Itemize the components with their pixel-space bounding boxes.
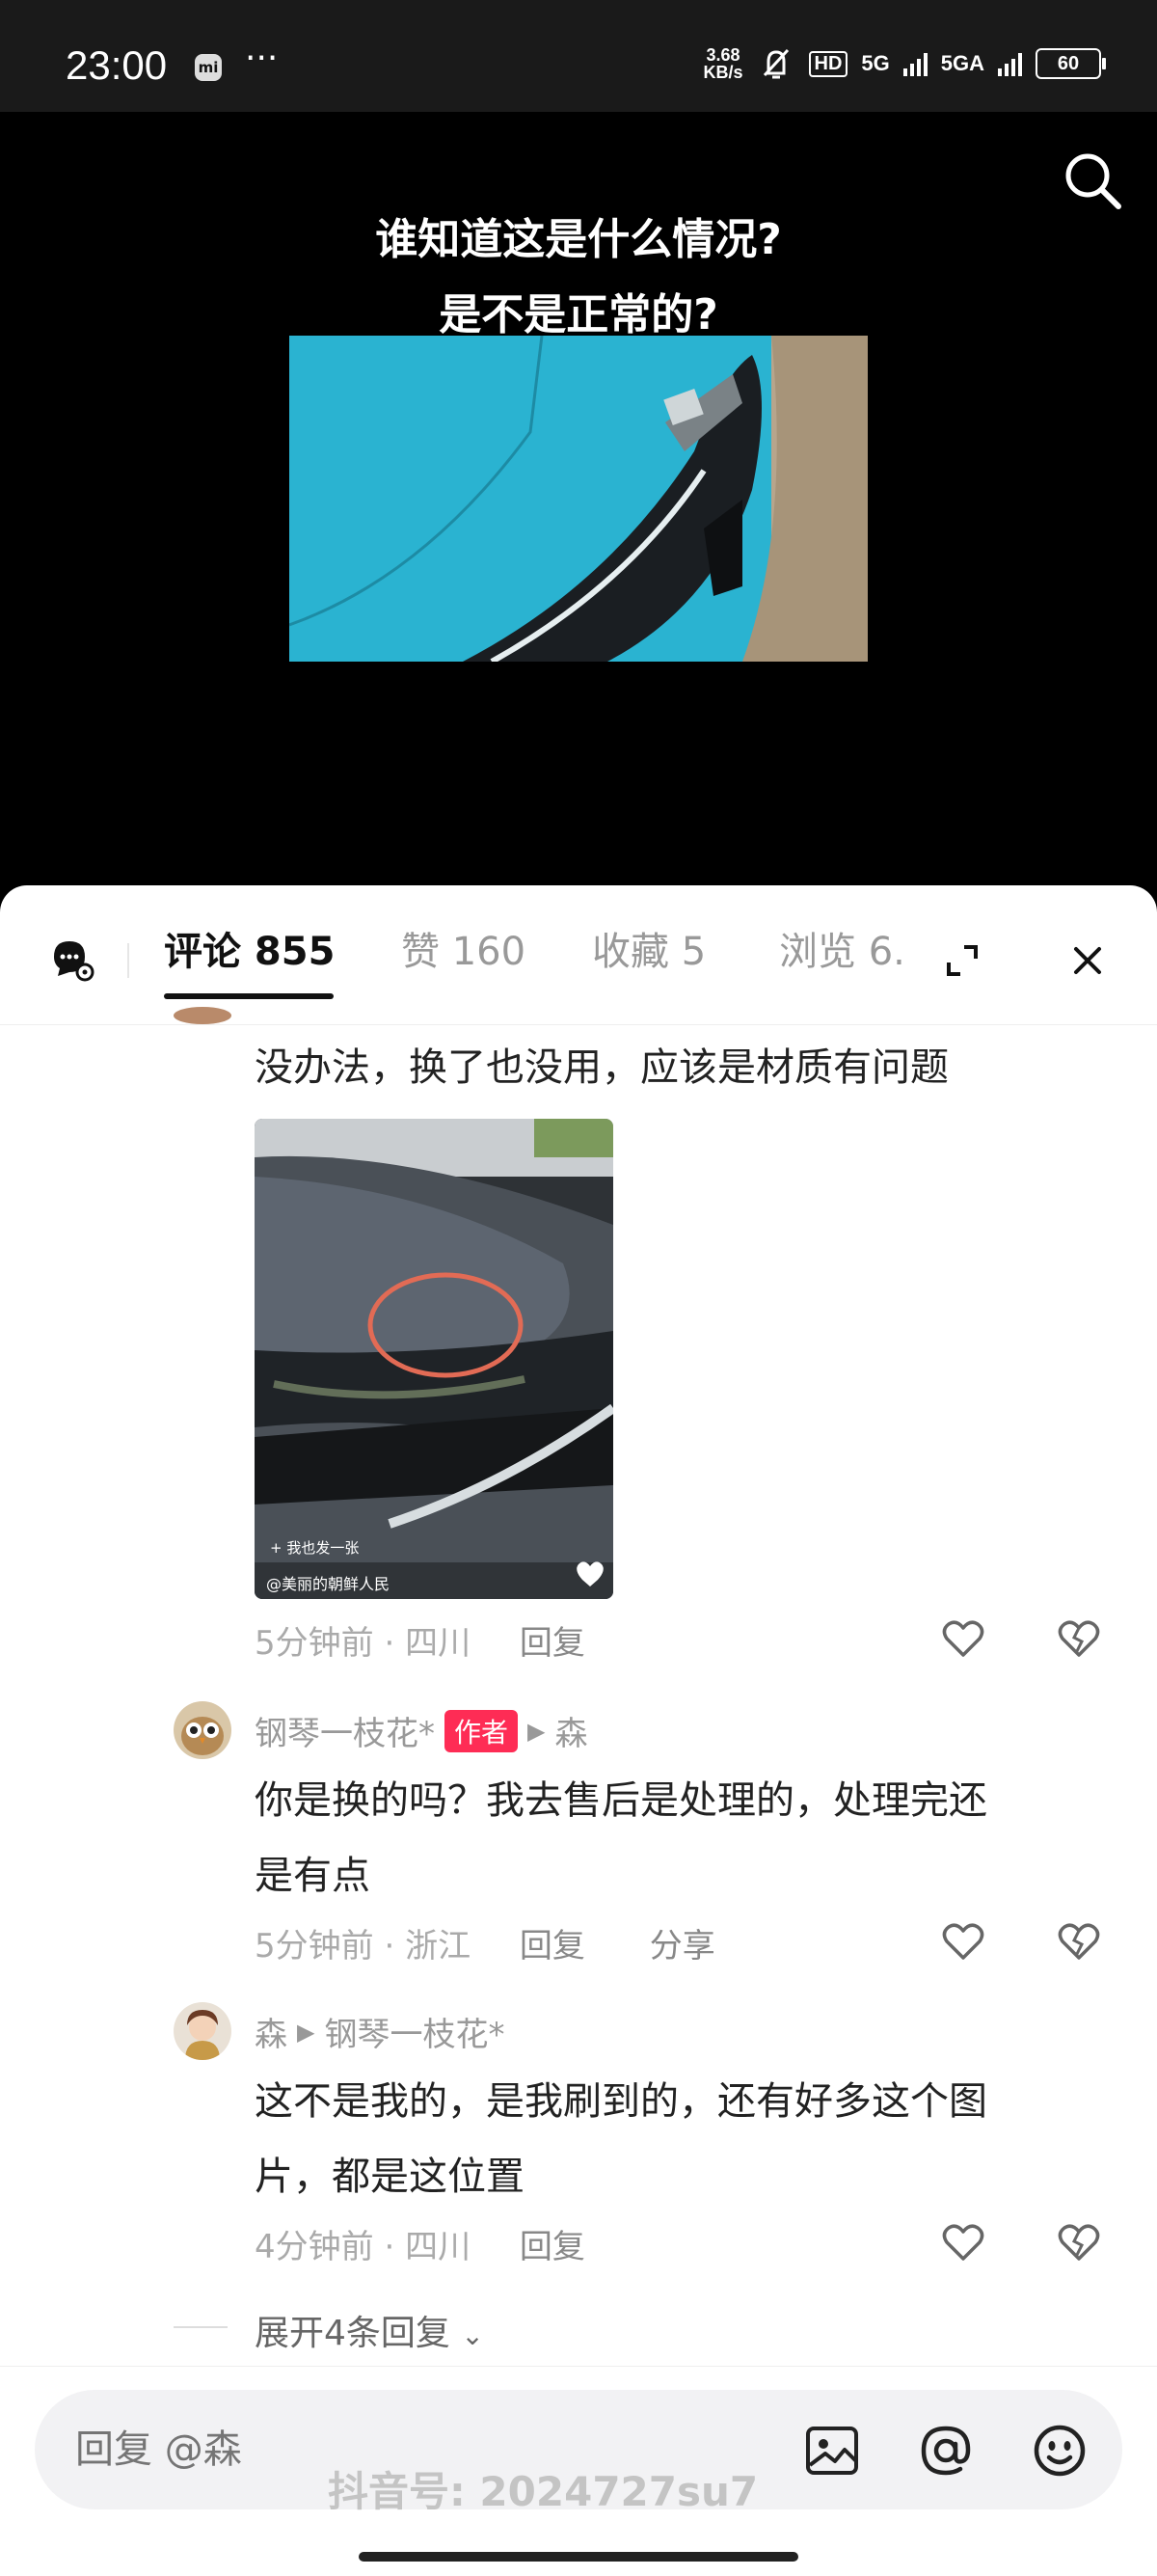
speed-value: 3.68 bbox=[706, 45, 740, 65]
active-tab-indicator bbox=[164, 993, 334, 999]
dislike-heart-icon[interactable] bbox=[1055, 1917, 1103, 1966]
mi-app-icon: mi bbox=[195, 54, 222, 81]
comment-text: 没办法，换了也没用，应该是材质有问题 bbox=[255, 1045, 949, 1090]
image-tag: + 我也发一张 bbox=[270, 1539, 359, 1557]
douyin-watermark: 抖音号: 2024727su7 bbox=[328, 2468, 759, 2515]
comment-text-line1: 你是换的吗？我去售后是处理的，处理完还 bbox=[255, 1778, 987, 1823]
comment-text-line2: 片，都是这位置 bbox=[255, 2155, 525, 2199]
tab-likes[interactable]: 赞 160 bbox=[401, 920, 525, 976]
comment-user-line: 钢琴一枝花* 作者 ▶ 森 bbox=[255, 1707, 587, 1754]
comment-location: 四川 bbox=[405, 1624, 471, 1663]
avatar-partial[interactable] bbox=[174, 1007, 231, 1024]
home-indicator[interactable] bbox=[359, 2552, 798, 2562]
hd-badge: HD bbox=[808, 50, 848, 77]
signal-icon-2 bbox=[998, 51, 1022, 76]
comment-text-line1: 这不是我的，是我刷到的，还有好多这个图 bbox=[255, 2079, 987, 2124]
expand-divider bbox=[174, 2326, 228, 2328]
reply-to-user[interactable]: 钢琴一枝花* bbox=[324, 2008, 504, 2055]
status-icons: 3.68 KB/s HD 5G 5GA 60 bbox=[703, 46, 1106, 81]
comment-location: 四川 bbox=[405, 2228, 471, 2266]
reply-arrow-icon: ▶ bbox=[297, 2018, 315, 2046]
signal-icon bbox=[902, 51, 928, 76]
comment-image[interactable]: + 我也发一张 @美丽的朝鲜人民 bbox=[255, 1119, 613, 1599]
expand-replies-label: 展开4条回复 bbox=[255, 2314, 450, 2353]
battery-icon: 60 bbox=[1036, 48, 1106, 79]
like-heart-icon[interactable] bbox=[939, 1917, 987, 1966]
reply-to-user[interactable]: 森 bbox=[554, 1707, 587, 1754]
emoji-icon[interactable] bbox=[1030, 2421, 1090, 2481]
tab-divider bbox=[127, 943, 129, 978]
video-caption-line1: 谁知道这是什么情况? bbox=[375, 215, 782, 264]
share-button[interactable]: 分享 bbox=[650, 1927, 715, 1966]
network-speed: 3.68 KB/s bbox=[703, 46, 742, 81]
tab-views[interactable]: 浏览 6. bbox=[779, 920, 905, 976]
chevron-down-icon: ⌄ bbox=[461, 2319, 484, 2351]
avatar-girl[interactable] bbox=[174, 2002, 231, 2060]
speed-unit: KB/s bbox=[703, 63, 743, 82]
reply-button[interactable]: 回复 bbox=[520, 1624, 585, 1663]
comment-text-line2: 是有点 bbox=[255, 1854, 370, 1898]
like-heart-icon[interactable] bbox=[939, 1614, 987, 1663]
reply-button[interactable]: 回复 bbox=[520, 1927, 585, 1966]
comment-meta: 5分钟前 · 浙江 回复 分享 bbox=[255, 1927, 715, 1966]
comment-time: 4分钟前 bbox=[255, 2228, 374, 2266]
close-icon[interactable] bbox=[1068, 941, 1107, 980]
comment-panel: 评论 855 赞 160 收藏 5 浏览 6. 没办法，换了也没用，应该是材质有… bbox=[0, 885, 1157, 2575]
clock: 23:00 bbox=[66, 42, 168, 88]
dislike-heart-icon[interactable] bbox=[1055, 2218, 1103, 2266]
more-notifications-icon: ··· bbox=[245, 39, 279, 78]
comment-meta: 5分钟前 · 四川 回复 bbox=[255, 1624, 585, 1663]
mention-icon[interactable] bbox=[916, 2421, 976, 2481]
comment-time: 5分钟前 bbox=[255, 1927, 374, 1966]
image-icon[interactable] bbox=[802, 2421, 862, 2481]
comment-tabs: 评论 855 赞 160 收藏 5 浏览 6. bbox=[0, 885, 1157, 1025]
reply-button[interactable]: 回复 bbox=[520, 2228, 585, 2266]
status-bar: 23:00 mi ··· 3.68 KB/s HD 5G 5GA 60 bbox=[0, 0, 1157, 112]
comment-location: 浙江 bbox=[405, 1927, 471, 1966]
username[interactable]: 森 bbox=[255, 2008, 287, 2055]
comment-user-line: 森 ▶ 钢琴一枝花* bbox=[255, 2008, 504, 2055]
dislike-heart-icon[interactable] bbox=[1055, 1614, 1103, 1663]
comment-photo: + 我也发一张 @美丽的朝鲜人民 bbox=[255, 1119, 613, 1599]
network-5g-label: 5G bbox=[861, 51, 890, 75]
expand-replies-button[interactable]: 展开4条回复 ⌄ bbox=[255, 2305, 484, 2355]
video-caption-line2: 是不是正常的? bbox=[439, 290, 718, 339]
chat-settings-icon[interactable] bbox=[48, 935, 94, 982]
car-headlight-photo bbox=[289, 336, 868, 662]
network-5ga-label: 5GA bbox=[940, 51, 984, 75]
mute-bell-icon bbox=[763, 48, 789, 79]
tab-comments[interactable]: 评论 855 bbox=[164, 920, 335, 976]
avatar-owl[interactable] bbox=[174, 1701, 231, 1759]
comment-meta: 4分钟前 · 四川 回复 bbox=[255, 2228, 585, 2266]
author-badge: 作者 bbox=[444, 1709, 519, 1752]
reply-bar: 抖音号: 2024727su7 bbox=[0, 2366, 1157, 2576]
like-heart-icon[interactable] bbox=[939, 2218, 987, 2266]
expand-icon[interactable] bbox=[941, 939, 983, 982]
image-watermark: @美丽的朝鲜人民 bbox=[266, 1575, 390, 1593]
reply-arrow-icon: ▶ bbox=[527, 1717, 546, 1745]
tab-favorites[interactable]: 收藏 5 bbox=[592, 920, 706, 976]
username[interactable]: 钢琴一枝花* bbox=[255, 1707, 435, 1754]
comment-time: 5分钟前 bbox=[255, 1624, 374, 1663]
